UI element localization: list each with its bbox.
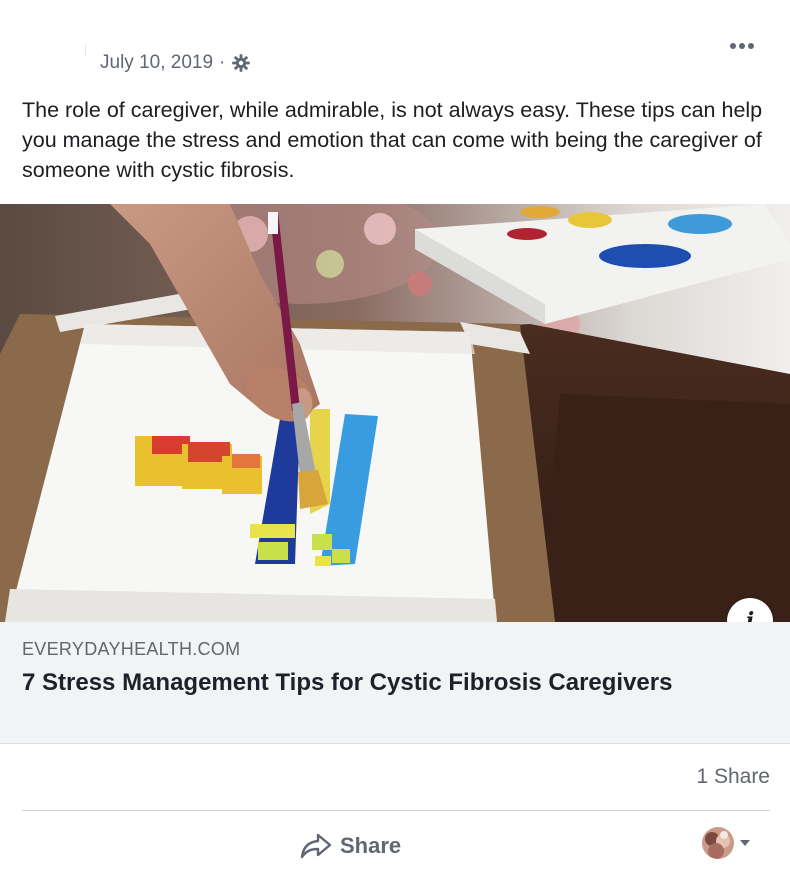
meta-separator: ·	[219, 52, 226, 73]
more-dot	[748, 43, 754, 49]
more-dot	[739, 43, 745, 49]
post-date[interactable]: July 10, 2019	[100, 52, 213, 74]
share-arrow-icon	[300, 832, 332, 860]
link-preview-image[interactable]: i	[0, 204, 790, 622]
share-button[interactable]: Share	[300, 826, 401, 866]
more-dot	[730, 43, 736, 49]
link-title[interactable]: 7 Stress Management Tips for Cystic Fibr…	[22, 668, 682, 698]
caret-down-icon	[740, 840, 750, 846]
post-message: The role of caregiver, while admirable, …	[22, 98, 763, 182]
post-header: July 10, 2019 ·	[0, 30, 790, 90]
more-options-icon[interactable]	[722, 36, 762, 56]
page-avatar-slot[interactable]	[22, 40, 84, 80]
link-preview-card[interactable]: i EVERYDAYHEALTH.COM 7 Stress Management…	[0, 204, 790, 744]
share-label: Share	[340, 833, 402, 858]
gear-icon[interactable]	[231, 53, 251, 73]
link-caption[interactable]: EVERYDAYHEALTH.COM 7 Stress Management T…	[0, 622, 790, 744]
profile-avatar	[702, 827, 734, 859]
footer-divider	[22, 810, 770, 811]
header-divider	[85, 44, 86, 56]
post-meta: July 10, 2019 ·	[100, 52, 251, 74]
reaction-selector[interactable]	[702, 827, 750, 859]
link-domain: EVERYDAYHEALTH.COM	[22, 639, 241, 659]
feed-post: July 10, 2019 · The role of caregiver, w…	[0, 0, 790, 878]
share-count[interactable]: 1 Share	[696, 765, 770, 789]
